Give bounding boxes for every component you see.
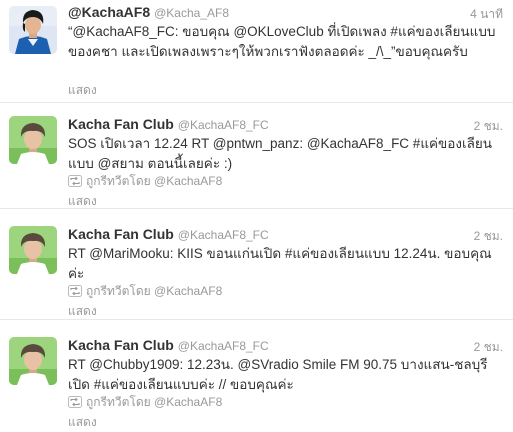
username-handle[interactable]: @KachaAF8_FC: [178, 118, 269, 132]
retweeted-by: ถูกรีทวีตโดย @KachaAF8: [68, 393, 222, 409]
tweet-header: Kacha Fan Club @KachaAF8_FC 2 ชม.: [68, 226, 503, 246]
display-name[interactable]: @KachaAF8: [68, 4, 150, 20]
retweeted-by: ถูกรีทวีตโดย @KachaAF8: [68, 282, 222, 298]
retweeted-by-text: ถูกรีทวีตโดย @KachaAF8: [86, 284, 223, 298]
retweeted-by-text: ถูกรีทวีตโดย @KachaAF8: [86, 395, 223, 409]
expand-link[interactable]: แสดง: [68, 413, 97, 432]
display-name[interactable]: Kacha Fan Club: [68, 337, 174, 353]
username-handle[interactable]: @KachaAF8_FC: [178, 228, 269, 242]
avatar[interactable]: [9, 337, 57, 385]
tweet-item[interactable]: Kacha Fan Club @KachaAF8_FC 2 ชม. RT @Chu…: [0, 320, 513, 432]
retweet-icon: [68, 396, 82, 411]
tweet-header: Kacha Fan Club @KachaAF8_FC 2 ชม.: [68, 116, 503, 136]
retweet-icon: [68, 285, 82, 300]
tweet-item[interactable]: Kacha Fan Club @KachaAF8_FC 2 ชม. RT @Mar…: [0, 209, 513, 319]
retweeted-by-text: ถูกรีทวีตโดย @KachaAF8: [86, 174, 223, 188]
tweet-header: @KachaAF8 @Kacha_AF8 4 นาที: [68, 4, 503, 24]
retweet-icon: [68, 175, 82, 190]
avatar[interactable]: [9, 226, 57, 274]
tweet-item[interactable]: @KachaAF8 @Kacha_AF8 4 นาที “@KachaAF8_FC…: [0, 0, 513, 102]
display-name[interactable]: Kacha Fan Club: [68, 116, 174, 132]
avatar[interactable]: [9, 6, 57, 54]
tweet-text: “@KachaAF8_FC: ขอบคุณ @OKLoveClub ที่เปิ…: [68, 24, 496, 59]
tweet-item[interactable]: Kacha Fan Club @KachaAF8_FC 2 ชม. SOS เปิ…: [0, 103, 513, 208]
tweet-text: RT @MariMooku: KIIS ขอนแก่นเปิด #แค่ของเ…: [68, 246, 492, 281]
username-handle[interactable]: @KachaAF8_FC: [178, 339, 269, 353]
expand-link[interactable]: แสดง: [68, 81, 97, 100]
tweet-text: RT @Chubby1909: 12.23น. @SVradio Smile F…: [68, 357, 488, 392]
display-name[interactable]: Kacha Fan Club: [68, 226, 174, 242]
username-handle[interactable]: @Kacha_AF8: [154, 6, 229, 20]
avatar[interactable]: [9, 116, 57, 164]
tweet-header: Kacha Fan Club @KachaAF8_FC 2 ชม.: [68, 337, 503, 357]
retweeted-by: ถูกรีทวีตโดย @KachaAF8: [68, 172, 222, 188]
tweet-text: SOS เปิดเวลา 12.24 RT @pntwn_panz: @Kach…: [68, 136, 493, 171]
tweet-feed: @KachaAF8 @Kacha_AF8 4 นาที “@KachaAF8_FC…: [0, 0, 513, 432]
